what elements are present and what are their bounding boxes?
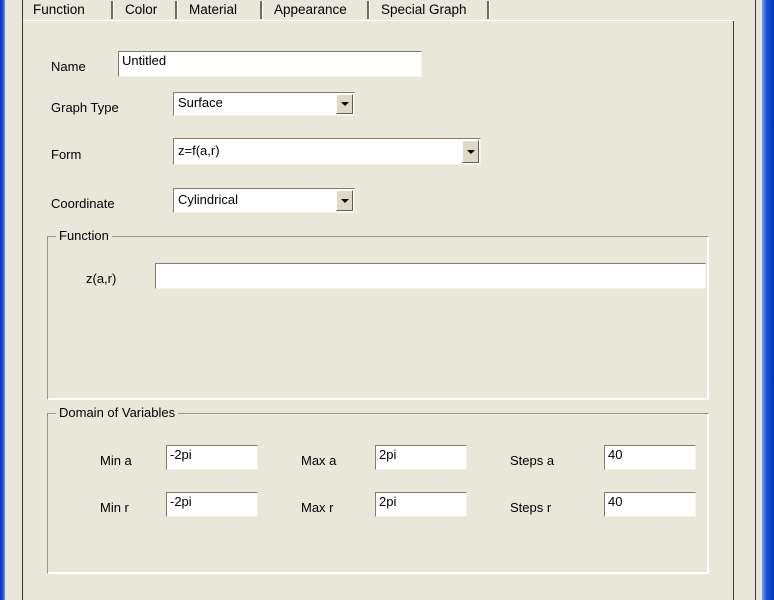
- steps-r-value: 40: [608, 494, 695, 510]
- coordinate-dropdown-button[interactable]: [336, 190, 353, 211]
- min-r-input[interactable]: -2pi: [166, 492, 258, 517]
- tab-special-graph[interactable]: Special Graph: [373, 0, 483, 21]
- tab-function[interactable]: Function: [25, 0, 108, 21]
- tab-strip: Function Color Material Appearance Speci…: [23, 0, 734, 21]
- tab-separator-4: [367, 1, 370, 19]
- name-label: Name: [51, 59, 86, 74]
- tab-color-label: Color: [125, 2, 157, 17]
- domain-groupbox: Domain of Variables Min a -2pi Max a 2pi…: [47, 413, 709, 574]
- steps-a-label: Steps a: [510, 453, 554, 468]
- name-input[interactable]: Untitled: [118, 51, 422, 77]
- form-dropdown-button[interactable]: [462, 140, 479, 163]
- max-a-input[interactable]: 2pi: [375, 445, 467, 470]
- tab-separator-5: [487, 1, 490, 19]
- coordinate-label: Coordinate: [51, 196, 115, 211]
- tab-appearance[interactable]: Appearance: [266, 0, 364, 21]
- function-field-label: z(a,r): [86, 271, 116, 286]
- form-label: Form: [51, 147, 81, 162]
- window-inner-margin-left: [5, 0, 23, 600]
- graph-type-value: Surface: [178, 95, 223, 111]
- tab-separator-2: [175, 1, 178, 19]
- function-groupbox-title: Function: [56, 229, 112, 243]
- tab-material[interactable]: Material: [181, 0, 257, 21]
- domain-groupbox-title: Domain of Variables: [56, 406, 178, 420]
- coordinate-select[interactable]: Cylindrical: [173, 188, 355, 213]
- tab-function-label: Function: [33, 2, 85, 17]
- function-properties-dialog: Function Color Material Appearance Speci…: [23, 0, 734, 600]
- tab-special-graph-label: Special Graph: [381, 2, 467, 17]
- steps-r-input[interactable]: 40: [604, 492, 696, 517]
- tab-separator-3: [260, 1, 263, 19]
- tab-separator-1: [111, 1, 114, 19]
- window-frame: Function Color Material Appearance Speci…: [0, 0, 774, 600]
- chevron-down-icon: [341, 199, 349, 203]
- tab-color[interactable]: Color: [117, 0, 173, 21]
- steps-a-value: 40: [608, 447, 695, 463]
- graph-type-select[interactable]: Surface: [173, 92, 355, 116]
- graph-type-dropdown-button[interactable]: [336, 94, 353, 114]
- max-r-label: Max r: [301, 500, 334, 515]
- max-a-value: 2pi: [379, 447, 466, 463]
- min-a-value: -2pi: [170, 447, 257, 463]
- max-r-value: 2pi: [379, 494, 466, 510]
- function-groupbox: Function z(a,r): [47, 236, 709, 400]
- min-a-label: Min a: [100, 453, 132, 468]
- function-tab-page: Name Untitled Graph Type Surface Form z=…: [23, 21, 734, 600]
- min-r-value: -2pi: [170, 494, 257, 510]
- chevron-down-icon: [467, 150, 475, 154]
- page-right-rule: [733, 21, 734, 600]
- form-select-value: z=f(a,r): [178, 143, 220, 159]
- graph-type-label: Graph Type: [51, 100, 119, 115]
- function-expression-input[interactable]: [155, 263, 706, 289]
- max-a-label: Max a: [301, 453, 336, 468]
- steps-r-label: Steps r: [510, 500, 551, 515]
- chevron-down-icon: [341, 102, 349, 106]
- tab-appearance-label: Appearance: [274, 2, 347, 17]
- max-r-input[interactable]: 2pi: [375, 492, 467, 517]
- window-border-right: [762, 0, 774, 600]
- window-inner-margin-right: [734, 0, 762, 600]
- dialog-edge-outer-right: [755, 0, 756, 600]
- form-select[interactable]: z=f(a,r): [173, 138, 481, 165]
- steps-a-input[interactable]: 40: [604, 445, 696, 470]
- coordinate-value: Cylindrical: [178, 192, 238, 208]
- name-input-value: Untitled: [122, 53, 421, 69]
- tab-material-label: Material: [189, 2, 237, 17]
- min-a-input[interactable]: -2pi: [166, 445, 258, 470]
- min-r-label: Min r: [100, 500, 129, 515]
